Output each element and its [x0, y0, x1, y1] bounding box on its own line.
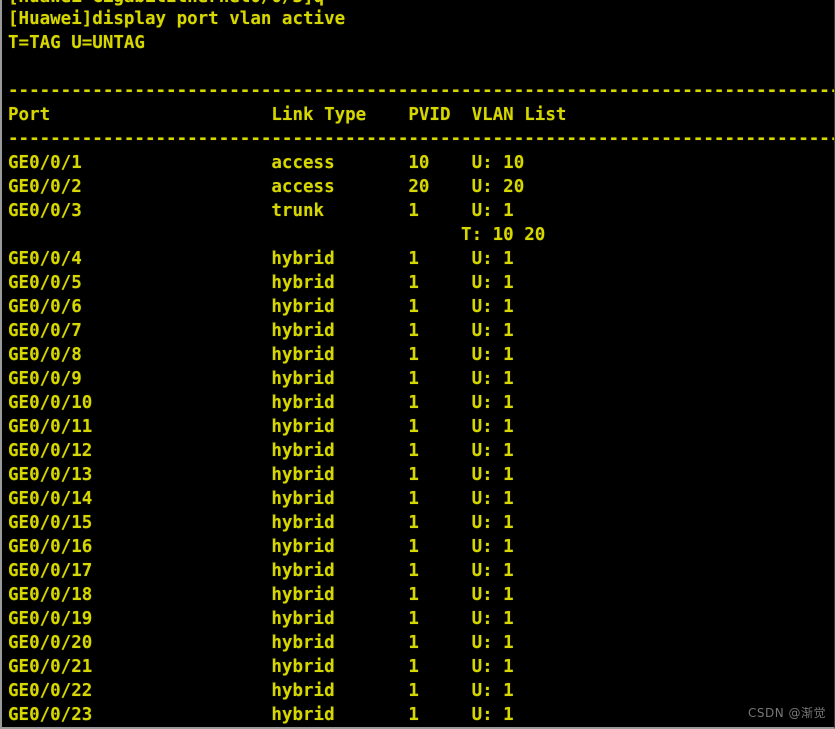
terminal-window[interactable]: [Huawei-GigabitEthernet0/0/3]q [Huawei]d… — [0, 0, 835, 729]
table-row: GE0/0/4 hybrid 1 U: 1 — [8, 249, 514, 269]
table-separator-top: ----------------------------------------… — [8, 81, 834, 101]
table-row: GE0/0/15 hybrid 1 U: 1 — [8, 513, 514, 533]
table-row: GE0/0/20 hybrid 1 U: 1 — [8, 633, 514, 653]
table-row: GE0/0/6 hybrid 1 U: 1 — [8, 297, 514, 317]
table-row: GE0/0/8 hybrid 1 U: 1 — [8, 345, 514, 365]
table-row: GE0/0/21 hybrid 1 U: 1 — [8, 657, 514, 677]
table-row: GE0/0/22 hybrid 1 U: 1 — [8, 681, 514, 701]
table-row: GE0/0/2 access 20 U: 20 — [8, 177, 525, 197]
table-row: GE0/0/1 access 10 U: 10 — [8, 153, 525, 173]
table-row: GE0/0/5 hybrid 1 U: 1 — [8, 273, 514, 293]
table-row: GE0/0/10 hybrid 1 U: 1 — [8, 393, 514, 413]
table-body: GE0/0/1 access 10 U: 10 GE0/0/2 access 20… — [8, 151, 834, 727]
table-row: GE0/0/3 trunk 1 U: 1 — [8, 201, 514, 221]
table-row: GE0/0/9 hybrid 1 U: 1 — [8, 369, 514, 389]
table-row: GE0/0/23 hybrid 1 U: 1 — [8, 705, 514, 725]
table-row: GE0/0/11 hybrid 1 U: 1 — [8, 417, 514, 437]
table-row: GE0/0/13 hybrid 1 U: 1 — [8, 465, 514, 485]
table-header-row: Port Link Type PVID VLAN List — [8, 105, 567, 125]
table-row: GE0/0/12 hybrid 1 U: 1 — [8, 441, 514, 461]
terminal-screen[interactable]: [Huawei-GigabitEthernet0/0/3]q [Huawei]d… — [2, 0, 834, 727]
tag-legend-line: T=TAG U=UNTAG — [8, 33, 145, 53]
csdn-watermark: CSDN @渐觉 — [747, 706, 826, 720]
table-row: GE0/0/16 hybrid 1 U: 1 — [8, 537, 514, 557]
table-row: GE0/0/7 hybrid 1 U: 1 — [8, 321, 514, 341]
table-row: GE0/0/17 hybrid 1 U: 1 — [8, 561, 514, 581]
table-row: GE0/0/14 hybrid 1 U: 1 — [8, 489, 514, 509]
table-row: T: 10 20 — [8, 225, 546, 245]
table-row: GE0/0/18 hybrid 1 U: 1 — [8, 585, 514, 605]
table-row: GE0/0/19 hybrid 1 U: 1 — [8, 609, 514, 629]
table-separator-under-header: ----------------------------------------… — [8, 129, 834, 149]
command-prompt-line: [Huawei]display port vlan active — [8, 9, 346, 29]
